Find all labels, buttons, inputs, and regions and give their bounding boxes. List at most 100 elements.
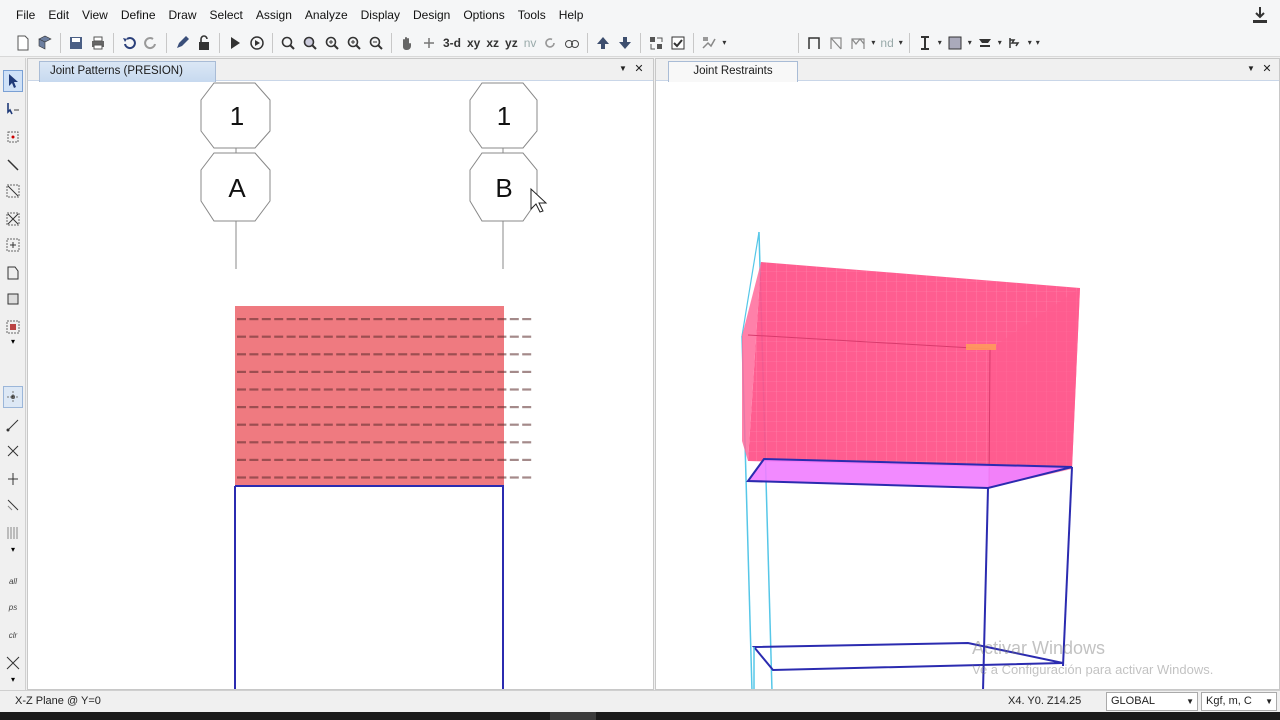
menu-display[interactable]: Display: [355, 4, 406, 26]
move-up-icon[interactable]: [592, 32, 614, 54]
chevron-down-icon[interactable]: ▾: [996, 38, 1004, 47]
intersecting-line-select-icon[interactable]: [3, 652, 23, 674]
lock-icon[interactable]: [193, 32, 215, 54]
chevron-down-icon[interactable]: ▾: [1026, 38, 1034, 47]
snap-lines-icon[interactable]: [3, 494, 23, 516]
zoom-restore-icon[interactable]: [299, 32, 321, 54]
load-value-glyph: [299, 441, 308, 444]
tab-joint-patterns[interactable]: Joint Patterns (PRESION): [39, 61, 216, 82]
draw-brace-icon[interactable]: [825, 32, 847, 54]
new-model-icon[interactable]: [12, 32, 34, 54]
clear-selection-icon[interactable]: clr: [3, 624, 23, 646]
menu-analyze[interactable]: Analyze: [299, 4, 354, 26]
rotate-view-icon[interactable]: [418, 32, 440, 54]
snap-joints-icon[interactable]: [3, 386, 23, 408]
chevron-down-icon[interactable]: ▾: [869, 38, 877, 47]
menu-options[interactable]: Options: [457, 4, 510, 26]
menu-tools[interactable]: Tools: [512, 4, 552, 26]
chevron-down-icon[interactable]: ▾: [3, 336, 23, 346]
menu-define[interactable]: Define: [115, 4, 162, 26]
draw-frame-region-icon[interactable]: [3, 180, 23, 202]
draw-link-icon[interactable]: [3, 234, 23, 256]
draw-poly-area-icon[interactable]: [3, 262, 23, 284]
display-options-icon[interactable]: [645, 32, 667, 54]
zoom-full-icon[interactable]: [321, 32, 343, 54]
redo-icon[interactable]: [140, 32, 162, 54]
chevron-down-icon[interactable]: ▾: [936, 38, 944, 47]
view-yz-button[interactable]: yz: [502, 32, 521, 54]
draw-frame-icon[interactable]: [803, 32, 825, 54]
zoom-in-icon[interactable]: [343, 32, 365, 54]
chevron-down-icon[interactable]: ▾: [897, 38, 905, 47]
previous-select-icon[interactable]: ps: [3, 596, 23, 618]
selected-area-marker[interactable]: [966, 344, 996, 350]
window-menu-icon[interactable]: ▼: [616, 64, 630, 73]
tab-joint-restraints[interactable]: Joint Restraints: [668, 61, 798, 82]
coord-system-select[interactable]: GLOBAL ▼: [1106, 692, 1198, 711]
taskbar-active-app[interactable]: [550, 712, 596, 720]
chevron-down-icon[interactable]: ▾: [3, 674, 23, 684]
load-value-glyph: [398, 423, 408, 426]
move-down-icon[interactable]: [614, 32, 636, 54]
draw-rect-area-icon[interactable]: [3, 288, 23, 310]
chevron-down-icon[interactable]: ▾: [966, 38, 974, 47]
assign-load-icon[interactable]: [974, 32, 996, 54]
draw-line-icon[interactable]: [3, 154, 23, 176]
open-model-icon[interactable]: [34, 32, 56, 54]
menu-assign[interactable]: Assign: [250, 4, 298, 26]
close-icon[interactable]: ✕: [632, 62, 646, 75]
menu-help[interactable]: Help: [553, 4, 590, 26]
run-now-icon[interactable]: [246, 32, 268, 54]
units-select[interactable]: Kgf, m, C ▼: [1201, 692, 1277, 711]
check-icon[interactable]: [667, 32, 689, 54]
section-i-icon[interactable]: [914, 32, 936, 54]
column-frame-c[interactable]: [982, 487, 989, 690]
view-nv-button[interactable]: nv: [521, 32, 540, 54]
chevron-down-icon[interactable]: ▾: [3, 544, 23, 554]
print-icon[interactable]: [87, 32, 109, 54]
view-xy-button[interactable]: xy: [464, 32, 483, 54]
menu-draw[interactable]: Draw: [163, 4, 203, 26]
quick-draw-area-icon[interactable]: [3, 316, 23, 338]
menu-select[interactable]: Select: [204, 4, 249, 26]
menu-file[interactable]: File: [10, 4, 41, 26]
nd-button[interactable]: nd: [877, 32, 896, 54]
snap-ends-icon[interactable]: [3, 414, 23, 436]
download-icon[interactable]: [1252, 6, 1268, 24]
spring-icon[interactable]: [1004, 32, 1026, 54]
menu-design[interactable]: Design: [407, 4, 456, 26]
view-3d-button[interactable]: 3-d: [440, 32, 464, 54]
chevron-down-icon[interactable]: ▾: [720, 38, 728, 47]
show-forces-icon[interactable]: [698, 32, 720, 54]
menu-edit[interactable]: Edit: [42, 4, 75, 26]
zoom-window-icon[interactable]: [277, 32, 299, 54]
draw-truss-icon[interactable]: [847, 32, 869, 54]
pointer-icon[interactable]: [3, 70, 23, 92]
menu-view[interactable]: View: [76, 4, 114, 26]
perspective-icon[interactable]: [561, 32, 583, 54]
draw-cross-brace-icon[interactable]: [3, 208, 23, 230]
load-value-glyph: [336, 335, 346, 338]
column-frame-d[interactable]: [1062, 466, 1073, 667]
view-xz-button[interactable]: xz: [483, 32, 502, 54]
reshaper-icon[interactable]: [3, 98, 23, 120]
zoom-out-icon[interactable]: [365, 32, 387, 54]
run-analysis-icon[interactable]: [224, 32, 246, 54]
select-all-icon[interactable]: all: [3, 570, 23, 592]
3d-model-view[interactable]: [656, 81, 1280, 690]
load-value-glyph: [497, 335, 507, 338]
snap-perpendicular-icon[interactable]: [3, 468, 23, 490]
rotate-3d-icon[interactable]: [539, 32, 561, 54]
xz-plane-view[interactable]: 1 A 1 B: [28, 81, 654, 690]
snap-intersection-icon[interactable]: [3, 440, 23, 462]
snap-grid-icon[interactable]: [3, 522, 23, 544]
pan-hand-icon[interactable]: [396, 32, 418, 54]
close-icon[interactable]: ✕: [1260, 62, 1274, 75]
window-menu-icon[interactable]: ▼: [1244, 64, 1258, 73]
save-icon[interactable]: [65, 32, 87, 54]
area-section-icon[interactable]: [944, 32, 966, 54]
chevron-down-icon[interactable]: ▾: [1034, 38, 1042, 47]
draw-joint-icon[interactable]: [3, 126, 23, 148]
undo-icon[interactable]: [118, 32, 140, 54]
pencil-icon[interactable]: [171, 32, 193, 54]
